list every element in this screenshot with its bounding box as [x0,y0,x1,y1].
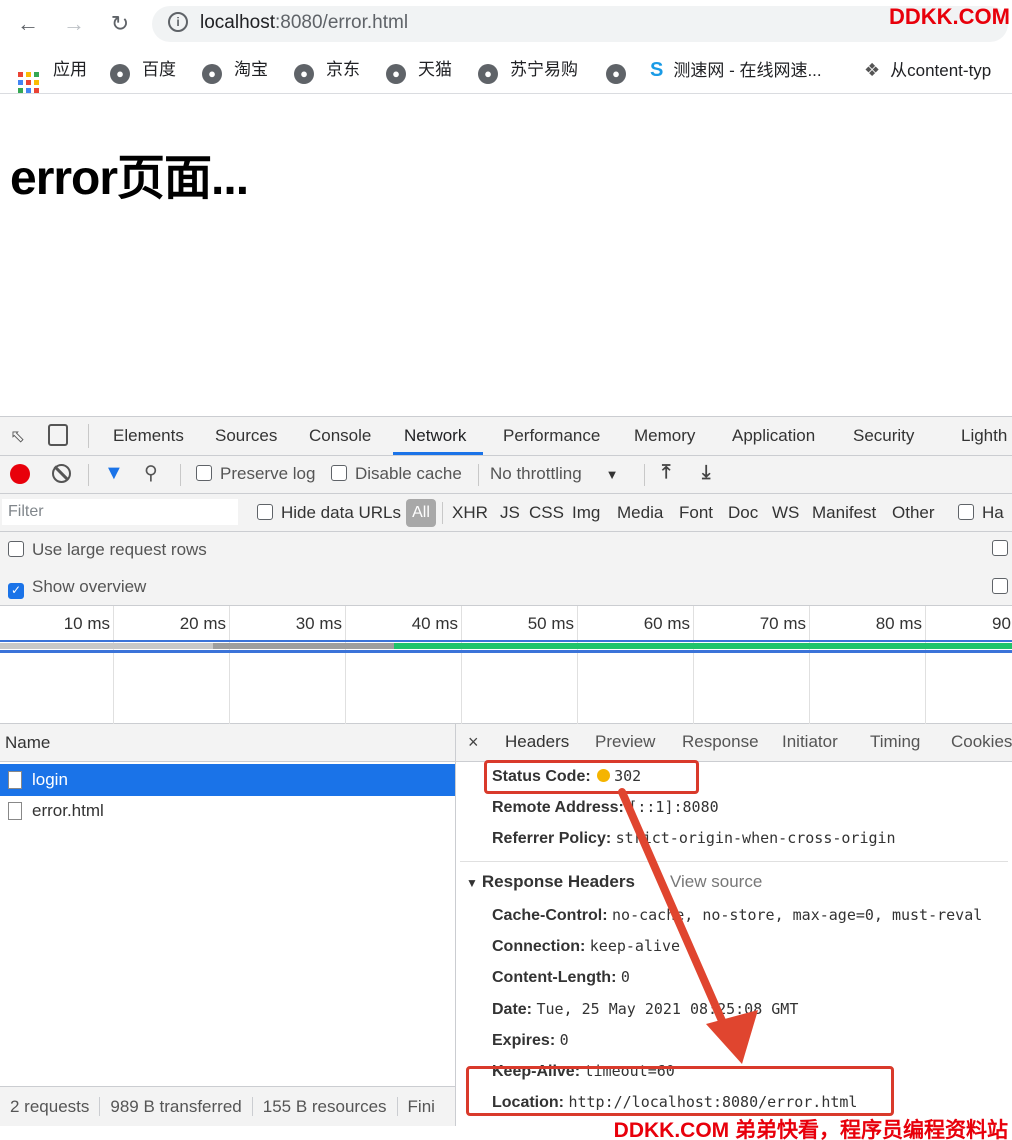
arrow-head [706,1010,758,1064]
annotation-arrow [618,788,758,1064]
arrow-shaft [618,788,730,1034]
watermark-bottom: DDKK.COM 弟弟快看，程序员编程资料站 [613,1119,1008,1140]
